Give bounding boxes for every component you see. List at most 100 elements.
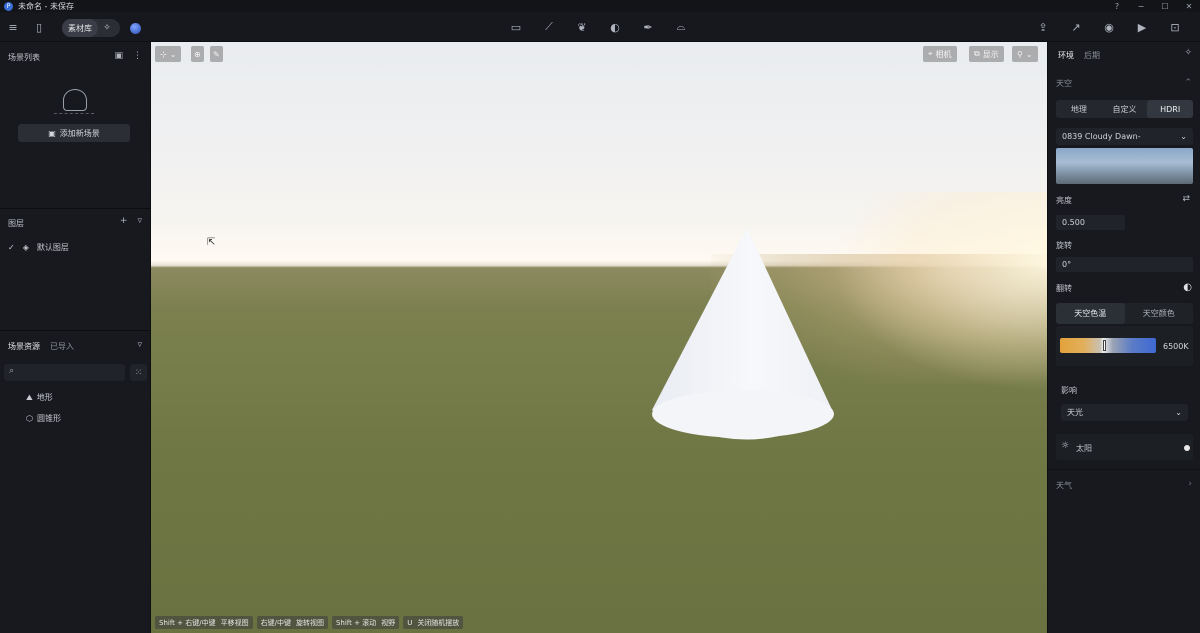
grid-view-icon[interactable]: ⁙ xyxy=(130,364,147,381)
window-controls: ? − ☐ ✕ xyxy=(1112,0,1194,12)
weather-title: 天气 xyxy=(1056,481,1072,490)
tab-post[interactable]: 后期 xyxy=(1084,50,1100,61)
hint-action: 视野 xyxy=(381,618,396,627)
check-icon[interactable]: ✓ xyxy=(8,243,15,252)
lighting-dropdown[interactable]: ⚲ ⌄ xyxy=(1012,46,1038,62)
search-input[interactable] xyxy=(4,364,125,381)
chevron-right-icon[interactable]: › xyxy=(1188,479,1192,489)
ai-sparkle-icon[interactable]: ✧ xyxy=(98,23,116,33)
export-icon[interactable]: ⇪ xyxy=(1034,18,1052,36)
fire-tool-icon[interactable]: ◐ xyxy=(606,18,624,36)
app-logo-icon: P xyxy=(4,1,13,11)
brightness-field[interactable]: 0.500 xyxy=(1056,215,1125,230)
tab-imported[interactable]: 已导入 xyxy=(50,341,74,352)
temperature-handle[interactable] xyxy=(1103,340,1107,351)
influence-value: 天光 xyxy=(1067,408,1083,417)
hat-tool-icon[interactable]: ⌓ xyxy=(672,18,690,36)
mouse-cursor-icon: ⇱ xyxy=(207,237,216,248)
sun-toggle[interactable] xyxy=(1184,445,1190,451)
maximize-icon[interactable]: ☐ xyxy=(1160,2,1170,11)
close-icon[interactable]: ✕ xyxy=(1184,2,1194,11)
transform-dropdown[interactable]: ⊹ ⌄ xyxy=(155,46,182,62)
display-button[interactable]: ⧉ 显示 xyxy=(969,46,1004,62)
share-icon[interactable]: ↗ xyxy=(1067,18,1085,36)
hint-rotate: 右键/中键 旋转视图 xyxy=(256,616,328,629)
hint-key: U xyxy=(407,618,413,627)
ai-sparkle-icon[interactable]: ✧ xyxy=(1184,48,1192,58)
add-scene-button[interactable]: ▣ 添加新场景 xyxy=(18,124,130,142)
color-mode-selector[interactable]: 天空色温 天空颜色 xyxy=(1056,303,1193,324)
asset-label: 地形 xyxy=(36,393,53,402)
temperature-slider[interactable] xyxy=(1060,338,1156,353)
chevron-up-icon[interactable]: ⌃ xyxy=(1184,78,1192,88)
eyedropper-icon[interactable]: ✎ xyxy=(210,46,223,62)
influence-select[interactable]: 天光 ⌄ xyxy=(1061,404,1188,421)
brightness-label: 亮度 xyxy=(1056,196,1072,205)
sky-mode-geo[interactable]: 地理 xyxy=(1056,100,1102,118)
collapse-assets-icon[interactable]: ▿ xyxy=(137,340,142,350)
influence-label: 影响 xyxy=(1061,386,1077,395)
hdri-preview[interactable] xyxy=(1056,148,1193,184)
hint-key: 右键/中键 xyxy=(260,618,291,627)
menu-icon[interactable]: ≡ xyxy=(4,18,22,36)
sky-mode-hdri[interactable]: HDRI xyxy=(1147,100,1194,118)
tab-sky-color[interactable]: 天空颜色 xyxy=(1125,303,1194,324)
hint-action: 关闭随机摆放 xyxy=(417,618,460,627)
cone-object[interactable] xyxy=(151,42,1047,633)
asset-item-terrain[interactable]: ⛰ 地形 xyxy=(26,392,53,403)
tab-environment[interactable]: 环境 xyxy=(1058,50,1074,61)
adjust-icon[interactable]: ⇄ xyxy=(1182,194,1190,204)
sun-label: 太阳 xyxy=(1076,444,1092,453)
assistant-orb-icon[interactable] xyxy=(130,23,141,34)
library-toggle[interactable]: 素材库 ✧ xyxy=(62,19,120,37)
window-title: 未命名 - 未保存 xyxy=(18,1,74,11)
layer-label: 默认图层 xyxy=(36,243,69,252)
minimize-icon[interactable]: − xyxy=(1136,2,1146,11)
rotation-label: 旋转 xyxy=(1056,241,1072,250)
divider xyxy=(0,208,150,209)
asset-search[interactable]: ⌕ xyxy=(4,364,125,381)
display-label: 显示 xyxy=(982,49,999,59)
camera-icon[interactable]: ◉ xyxy=(1100,18,1118,36)
globe-icon[interactable]: ⊕ xyxy=(191,46,204,62)
capture-scene-icon[interactable]: ▣ xyxy=(114,51,123,61)
leaf-tool-icon[interactable]: ❦ xyxy=(573,18,591,36)
divider xyxy=(0,330,150,331)
flip-label: 翻转 xyxy=(1056,284,1072,293)
inbox-icon[interactable]: ⊡ xyxy=(1166,18,1184,36)
terrain-icon: ⛰ xyxy=(26,392,33,402)
asset-item-cone[interactable]: ⬡ 圆锥形 xyxy=(26,413,61,424)
chevron-down-icon: ⌄ xyxy=(1180,132,1187,141)
hint-key: Shift + 滚动 xyxy=(335,618,377,627)
hdri-select[interactable]: 0839 Cloudy Dawn- ⌄ xyxy=(1056,128,1193,145)
library-button[interactable]: 素材库 xyxy=(62,19,98,37)
chevron-down-icon: ⌄ xyxy=(1025,49,1033,59)
more-icon[interactable]: ⋮ xyxy=(133,51,142,61)
empty-scene-icon xyxy=(54,89,94,114)
rotation-field[interactable]: 0° xyxy=(1056,257,1193,272)
sky-mode-selector[interactable]: 地理 自定义 HDRI xyxy=(1056,100,1194,118)
camera-label: 相机 xyxy=(935,49,952,59)
main-toolbar: ≡ ▯ 素材库 ✧ ▭ ⟋ ❦ ◐ ✒ ⌓ ⇪ ↗ ◉ ▶ ⊡ xyxy=(0,12,1200,42)
new-file-icon[interactable]: ▯ xyxy=(30,18,48,36)
title-bar: P 未命名 - 未保存 ? − ☐ ✕ xyxy=(0,0,1200,12)
layer-item-default[interactable]: ✓ ◈ 默认图层 xyxy=(8,242,69,253)
help-icon[interactable]: ? xyxy=(1112,2,1122,11)
pen-tool-icon[interactable]: ✒ xyxy=(639,18,657,36)
chevron-down-icon: ⌄ xyxy=(169,49,177,59)
contrast-icon[interactable]: ◐ xyxy=(1183,282,1192,293)
asset-tabs: 场景资源 已导入 xyxy=(8,341,74,352)
lamp-icon: ⚲ xyxy=(1017,49,1023,59)
camera-button[interactable]: ⌖ 相机 xyxy=(923,46,957,62)
collapse-layers-icon[interactable]: ▿ xyxy=(137,216,142,226)
3d-viewport[interactable]: ⊹ ⌄ ⊕ ✎ ⌖ 相机 ⧉ 显示 ⚲ ⌄ ⇱ Shift + 右键/中键 平移… xyxy=(151,42,1047,633)
sky-mode-custom[interactable]: 自定义 xyxy=(1102,100,1148,118)
video-icon[interactable]: ▶ xyxy=(1133,18,1151,36)
asset-label: 圆锥形 xyxy=(36,414,61,423)
path-tool-icon[interactable]: ⟋ xyxy=(540,18,558,36)
rect-tool-icon[interactable]: ▭ xyxy=(507,18,525,36)
tab-sky-temperature[interactable]: 天空色温 xyxy=(1056,303,1125,324)
add-layer-icon[interactable]: + xyxy=(120,216,128,226)
tab-scene-assets[interactable]: 场景资源 xyxy=(8,341,40,352)
divider xyxy=(1048,469,1200,470)
